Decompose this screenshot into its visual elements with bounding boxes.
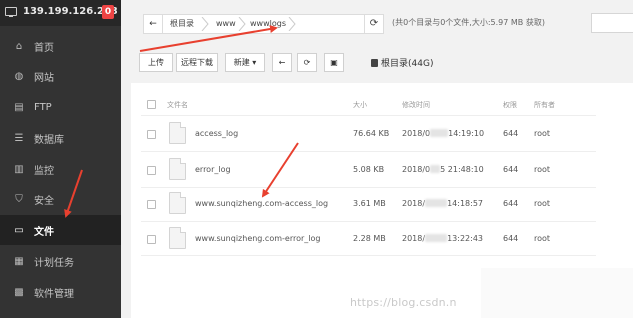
chevron-right-icon <box>288 17 296 31</box>
file-name[interactable]: access_log <box>195 129 238 138</box>
chevron-right-icon <box>238 17 246 31</box>
folder-icon: ▭ <box>14 224 24 236</box>
row-checkbox[interactable] <box>147 166 156 175</box>
file-icon <box>169 227 186 249</box>
header-modified[interactable]: 修改时间 <box>402 100 430 110</box>
shield-icon: ⛉ <box>15 193 23 205</box>
header-size[interactable]: 大小 <box>353 100 367 110</box>
file-icon <box>169 158 186 180</box>
divider <box>141 221 596 222</box>
header-permissions: 权限 <box>503 101 517 109</box>
new-dropdown-button[interactable]: 新建 ▾ <box>225 53 265 72</box>
sidebar-item-files[interactable]: ▭ 文件 <box>0 215 121 245</box>
grid-icon: ▩ <box>14 286 24 298</box>
file-icon <box>169 192 186 214</box>
file-modified: 2018/0 5 21:48:10 <box>402 165 484 174</box>
divider <box>141 115 596 116</box>
sidebar-item-label: 软件管理 <box>34 288 74 300</box>
file-size: 2.28 MB <box>353 234 386 243</box>
sidebar-item-security[interactable]: ⛉ 安全 <box>0 184 121 214</box>
watermark: https://blog.csdn.n <box>350 296 457 309</box>
directory-summary: (共0个目录与0个文件,大小:5.97 MB 获取) <box>392 18 545 27</box>
sidebar-item-ftp[interactable]: ▤ FTP <box>0 92 121 122</box>
remote-download-button[interactable]: 远程下载 <box>176 53 218 72</box>
file-name[interactable]: www.sunqizheng.com-access_log <box>195 199 328 208</box>
row-checkbox[interactable] <box>147 235 156 244</box>
file-owner: root <box>534 165 551 174</box>
select-all-checkbox[interactable] <box>147 100 156 109</box>
sidebar-item-cron[interactable]: ▦ 计划任务 <box>0 246 121 276</box>
file-size: 76.64 KB <box>353 129 390 138</box>
file-permissions[interactable]: 644 <box>503 199 518 208</box>
sidebar-item-label: 监控 <box>34 165 54 177</box>
file-owner: root <box>534 234 551 243</box>
header-filename[interactable]: 文件名 <box>167 100 188 110</box>
file-modified: 2018/14:18:57 <box>402 199 483 208</box>
file-modified: 2018/0 14:19:10 <box>402 129 485 138</box>
file-size: 5.08 KB <box>353 165 385 174</box>
sidebar-item-label: 安全 <box>34 195 54 207</box>
file-modified: 2018/13:22:43 <box>402 234 483 243</box>
sidebar-item-label: FTP <box>34 101 52 113</box>
divider <box>141 255 596 256</box>
divider <box>141 151 596 152</box>
sidebar-item-home[interactable]: ⌂ 首页 <box>0 31 121 61</box>
sidebar-item-label: 计划任务 <box>34 257 74 269</box>
search-input[interactable] <box>591 13 633 33</box>
database-icon: ☰ <box>14 132 24 144</box>
upload-button[interactable]: 上传 <box>139 53 173 72</box>
globe-icon: ◍ <box>14 70 24 82</box>
file-icon <box>169 122 186 144</box>
sidebar-item-label: 首页 <box>34 42 54 54</box>
breadcrumb-item-root[interactable]: 根目录 <box>170 15 194 33</box>
back-button[interactable]: ← <box>272 53 292 72</box>
calendar-icon: ▦ <box>14 255 24 267</box>
ftp-icon: ▤ <box>14 101 24 113</box>
file-permissions[interactable]: 644 <box>503 165 518 174</box>
sidebar-item-website[interactable]: ◍ 网站 <box>0 61 121 91</box>
file-owner: root <box>534 129 551 138</box>
file-permissions[interactable]: 644 <box>503 129 518 138</box>
sidebar-item-label: 文件 <box>34 226 54 238</box>
notification-badge[interactable]: 0 <box>102 5 114 19</box>
file-size: 3.61 MB <box>353 199 386 208</box>
sidebar-item-database[interactable]: ☰ 数据库 <box>0 123 121 153</box>
monitor-icon: ▥ <box>14 163 24 175</box>
file-owner: root <box>534 199 551 208</box>
sidebar-item-monitor[interactable]: ▥ 监控 <box>0 154 121 184</box>
header-owner: 所有者 <box>534 101 555 109</box>
terminal-button[interactable]: ▣ <box>324 53 344 72</box>
breadcrumb-item-www[interactable]: www <box>216 15 236 33</box>
back-arrow-icon[interactable]: ← <box>144 15 163 33</box>
divider <box>141 187 596 188</box>
disk-icon <box>371 59 378 67</box>
breadcrumb-item-wwwlogs[interactable]: wwwlogs <box>250 15 286 33</box>
disk-selector[interactable]: 根目录(44G) <box>371 56 433 69</box>
server-header: 139.199.126.223 0 <box>0 0 121 26</box>
refresh-button[interactable]: ⟳ <box>297 53 317 72</box>
sidebar: 139.199.126.223 0 ⌂ 首页 ◍ 网站 ▤ FTP ☰ 数据库 … <box>0 0 121 318</box>
sidebar-item-label: 网站 <box>34 72 54 84</box>
breadcrumb: ← 根目录 www wwwlogs ⟳ <box>143 14 384 34</box>
background-area <box>481 268 633 318</box>
row-checkbox[interactable] <box>147 200 156 209</box>
chevron-right-icon <box>201 17 209 31</box>
row-checkbox[interactable] <box>147 130 156 139</box>
sidebar-item-label: 数据库 <box>34 134 64 146</box>
disk-label: 根目录(44G) <box>381 59 434 69</box>
home-icon: ⌂ <box>15 40 23 52</box>
monitor-icon <box>5 7 17 18</box>
refresh-icon[interactable]: ⟳ <box>364 15 383 33</box>
file-name[interactable]: error_log <box>195 165 231 174</box>
file-permissions[interactable]: 644 <box>503 234 518 243</box>
file-name[interactable]: www.sunqizheng.com-error_log <box>195 234 320 243</box>
sidebar-item-software[interactable]: ▩ 软件管理 <box>0 277 121 307</box>
